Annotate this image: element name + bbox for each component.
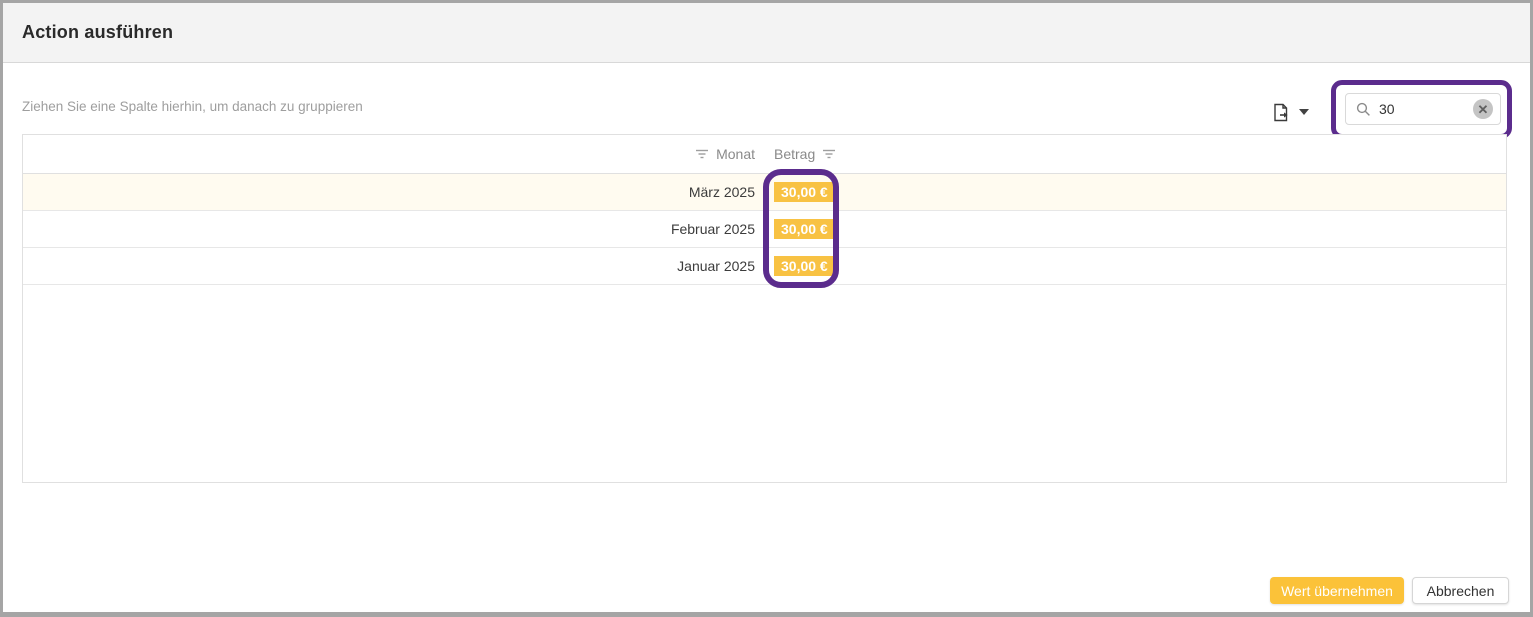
grid-header-row: Monat Betrag <box>23 135 1506 174</box>
export-dropdown-caret[interactable] <box>1299 109 1309 115</box>
search-icon <box>1356 102 1371 117</box>
grid-empty-area <box>23 285 1506 482</box>
search-input[interactable] <box>1379 101 1464 117</box>
search-box[interactable]: ✕ <box>1345 93 1501 125</box>
filter-icon-betrag[interactable] <box>822 148 836 160</box>
table-row[interactable]: Februar 2025 30,00 € <box>23 211 1506 248</box>
filter-icon-monat[interactable] <box>695 148 709 160</box>
cell-betrag: 30,00 € <box>766 219 1506 239</box>
search-annotation-highlight: ✕ <box>1331 80 1512 139</box>
export-button[interactable] <box>1273 99 1309 125</box>
column-header-monat[interactable]: Monat <box>23 146 766 162</box>
apply-value-button[interactable]: Wert übernehmen <box>1270 577 1404 604</box>
action-dialog: Action ausführen Ziehen Sie eine Spalte … <box>0 0 1533 617</box>
highlighted-amount: 30,00 € <box>774 182 835 202</box>
cancel-button[interactable]: Abbrechen <box>1412 577 1509 604</box>
table-row[interactable]: März 2025 30,00 € <box>23 174 1506 211</box>
dialog-title: Action ausführen <box>22 22 173 43</box>
highlighted-amount: 30,00 € <box>774 219 835 239</box>
group-panel-hint: Ziehen Sie eine Spalte hierhin, um danac… <box>22 99 363 115</box>
dialog-titlebar: Action ausführen <box>3 3 1530 63</box>
export-icon[interactable] <box>1273 103 1290 122</box>
column-label-betrag: Betrag <box>774 146 815 162</box>
table-row[interactable]: Januar 2025 30,00 € <box>23 248 1506 285</box>
column-label-monat: Monat <box>716 146 755 162</box>
column-header-betrag[interactable]: Betrag <box>766 146 1506 162</box>
clear-search-icon[interactable]: ✕ <box>1473 99 1493 119</box>
cell-monat: Januar 2025 <box>23 258 766 274</box>
cell-monat: März 2025 <box>23 184 766 200</box>
cell-betrag: 30,00 € <box>766 182 1506 202</box>
highlighted-amount: 30,00 € <box>774 256 835 276</box>
data-grid: Monat Betrag März 2025 30,00 € Febru <box>22 134 1507 483</box>
cell-monat: Februar 2025 <box>23 221 766 237</box>
cell-betrag: 30,00 € <box>766 256 1506 276</box>
